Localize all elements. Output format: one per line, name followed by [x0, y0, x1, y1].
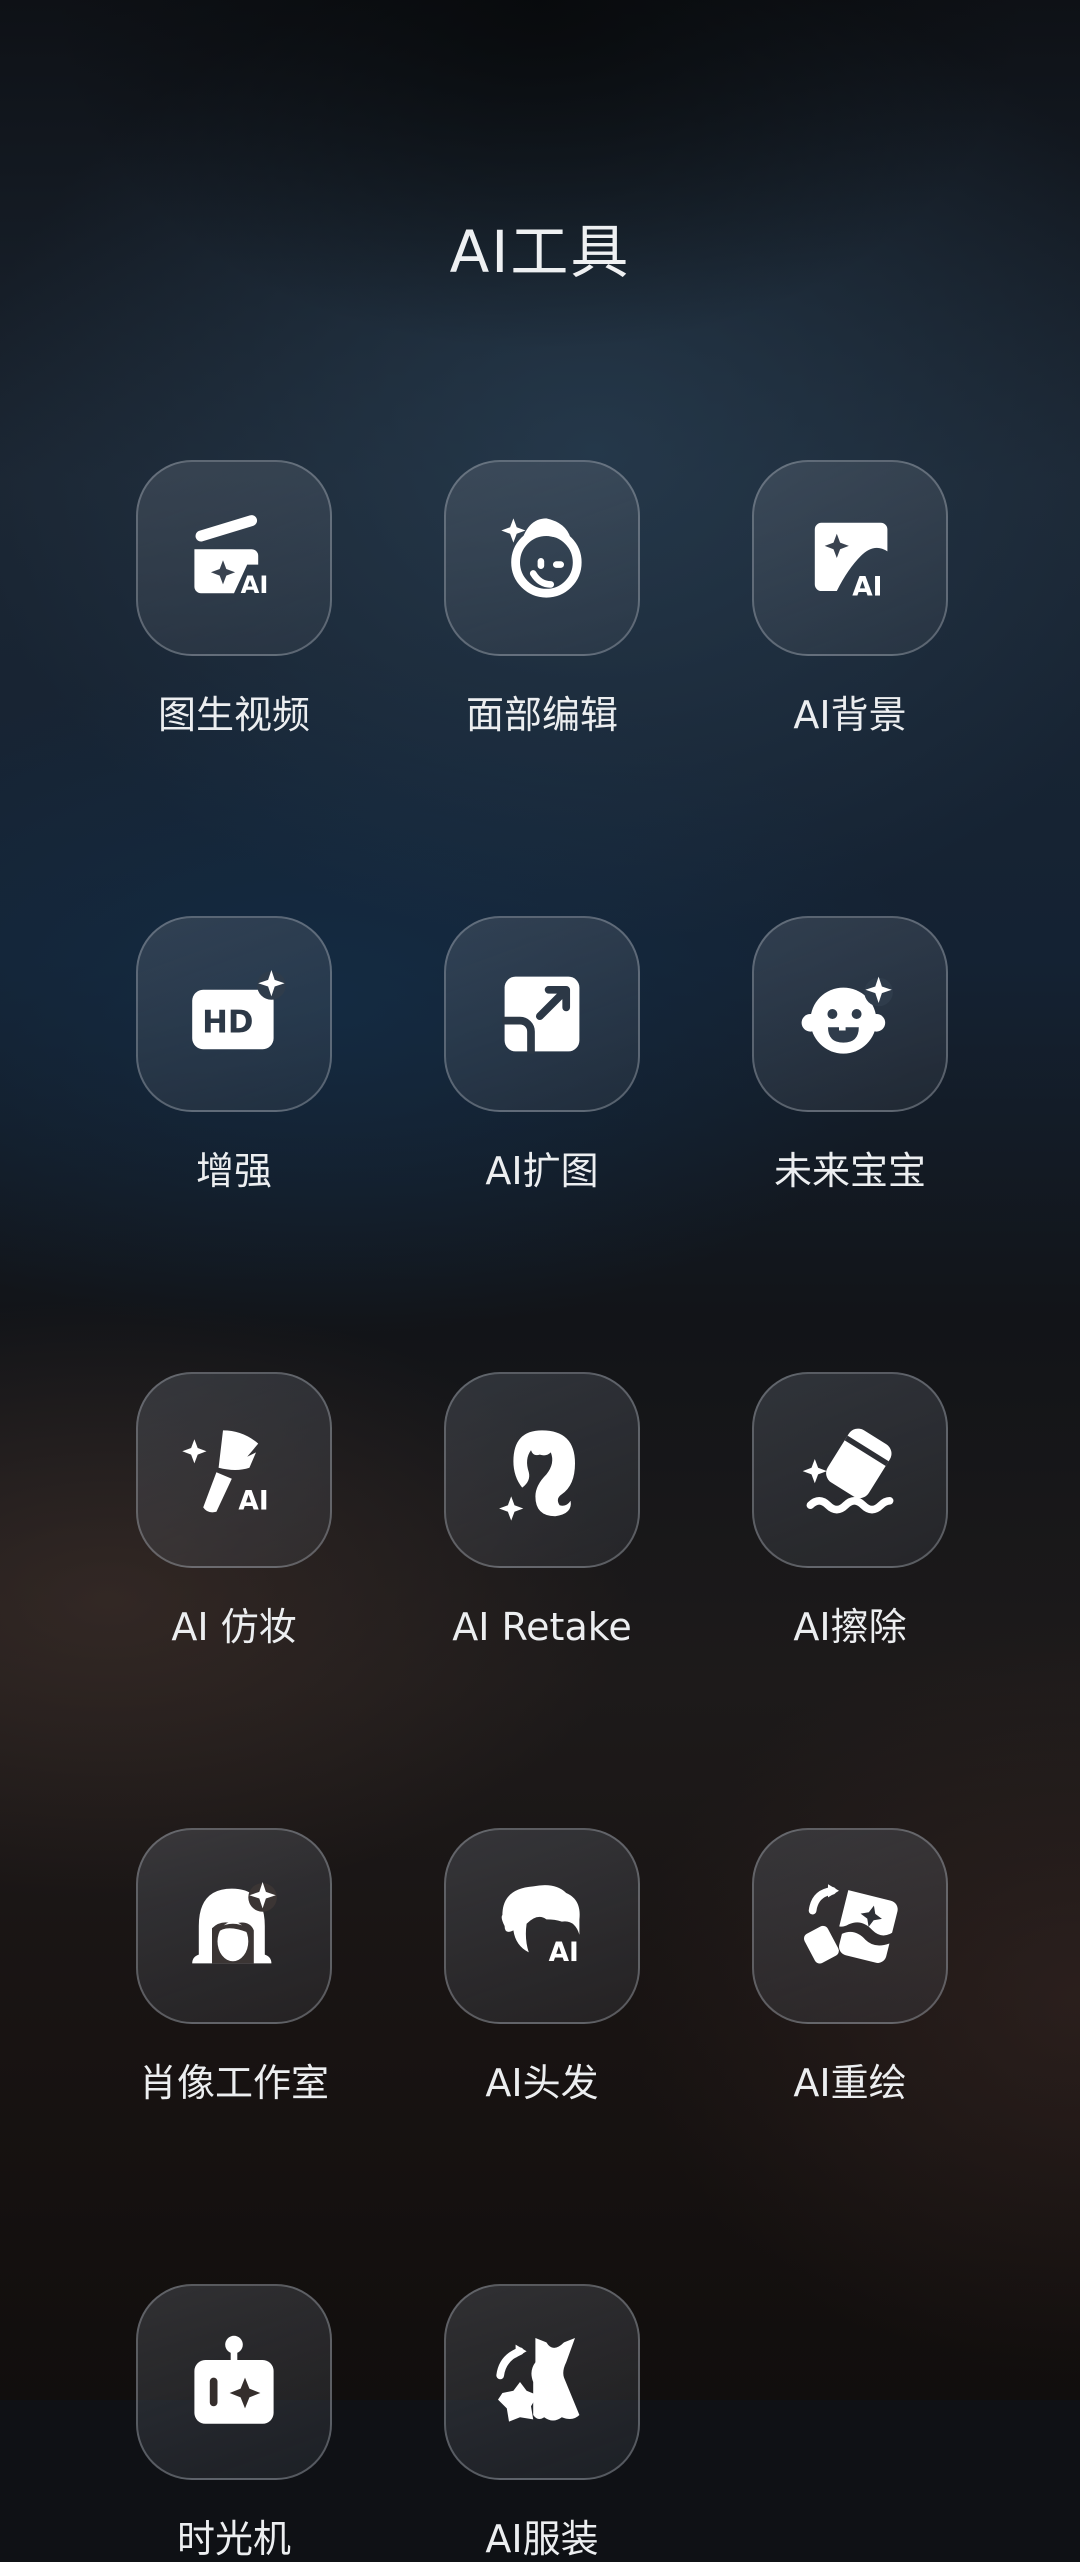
tool-image-to-video[interactable]: AI 图生视频: [80, 460, 388, 738]
tool-tile[interactable]: [444, 460, 640, 656]
tool-label: AI头发: [485, 2061, 599, 2105]
tools-grid: AI 图生视频 面部编辑 AI AI背景 HD 增强 AI扩图 未来宝宝 AI …: [80, 460, 1000, 2562]
redraw-icon: [803, 1884, 898, 1964]
makeup-brush-icon: AI: [182, 1430, 269, 1517]
tool-tile[interactable]: [752, 1372, 948, 1568]
time-machine-robot-icon: [194, 2335, 274, 2424]
tool-tile[interactable]: [752, 1828, 948, 2024]
tool-tile[interactable]: HD: [136, 916, 332, 1112]
tool-tile[interactable]: AI: [752, 460, 948, 656]
face-edit-icon: [501, 518, 582, 598]
tool-ai-erase[interactable]: AI擦除: [696, 1372, 1004, 1650]
tool-label: 未来宝宝: [773, 1149, 926, 1193]
tool-label: AI Retake: [452, 1605, 632, 1649]
image-to-video-icon: AI: [194, 515, 269, 599]
tool-label: AI背景: [793, 693, 907, 737]
eraser-icon: [802, 1428, 894, 1514]
baby-face-icon: [801, 976, 893, 1054]
ai-background-icon: AI: [814, 522, 888, 602]
tool-tile[interactable]: AI: [136, 460, 332, 656]
tool-label: 面部编辑: [465, 693, 618, 737]
tool-label: 时光机: [176, 2517, 291, 2561]
page-title: AI工具: [449, 218, 631, 286]
tool-label: AI扩图: [485, 1149, 599, 1193]
tool-tile[interactable]: [444, 916, 640, 1112]
tool-label: 增强: [195, 1149, 272, 1193]
hair-retake-icon: [499, 1430, 575, 1521]
tool-ai-background[interactable]: AI AI背景: [696, 460, 1004, 738]
tool-ai-redraw[interactable]: AI重绘: [696, 1828, 1004, 2106]
svg-text:AI: AI: [549, 1937, 579, 1968]
tool-tile[interactable]: [444, 2284, 640, 2480]
tool-label: AI擦除: [793, 1605, 907, 1649]
svg-text:AI: AI: [238, 1486, 268, 1517]
portrait-studio-icon: [192, 1882, 277, 1964]
tool-tile[interactable]: [444, 1372, 640, 1568]
tool-label: AI服装: [485, 2517, 599, 2561]
svg-text:HD: HD: [202, 1005, 253, 1041]
tool-label: 肖像工作室: [138, 2061, 329, 2105]
tool-ai-clothing[interactable]: AI服装: [388, 2284, 696, 2562]
tool-ai-hair[interactable]: AI AI头发: [388, 1828, 696, 2106]
tool-face-edit[interactable]: 面部编辑: [388, 460, 696, 738]
svg-text:AI: AI: [852, 571, 882, 602]
tool-ai-makeup[interactable]: AI AI 仿妆: [80, 1372, 388, 1650]
tool-label: AI 仿妆: [171, 1605, 297, 1649]
tool-enhance[interactable]: HD 增强: [80, 916, 388, 1194]
tool-future-baby[interactable]: 未来宝宝: [696, 916, 1004, 1194]
tool-label: AI重绘: [793, 2061, 907, 2105]
svg-text:AI: AI: [241, 571, 269, 599]
expand-image-icon: [502, 976, 580, 1054]
tool-tile[interactable]: AI: [136, 1372, 332, 1568]
tool-ai-retake[interactable]: AI Retake: [388, 1372, 696, 1650]
tool-tile[interactable]: AI: [444, 1828, 640, 2024]
tool-label: 图生视频: [157, 693, 310, 737]
tool-portrait-studio[interactable]: 肖像工作室: [80, 1828, 388, 2106]
tool-tile[interactable]: [136, 1828, 332, 2024]
tool-tile[interactable]: [136, 2284, 332, 2480]
tool-time-machine[interactable]: 时光机: [80, 2284, 388, 2562]
tool-ai-expand[interactable]: AI扩图: [388, 916, 696, 1194]
hd-enhance-icon: HD: [192, 970, 286, 1050]
tool-tile[interactable]: [752, 916, 948, 1112]
ai-hair-icon: AI: [501, 1885, 580, 1968]
ai-clothing-dress-icon: [496, 2338, 580, 2422]
